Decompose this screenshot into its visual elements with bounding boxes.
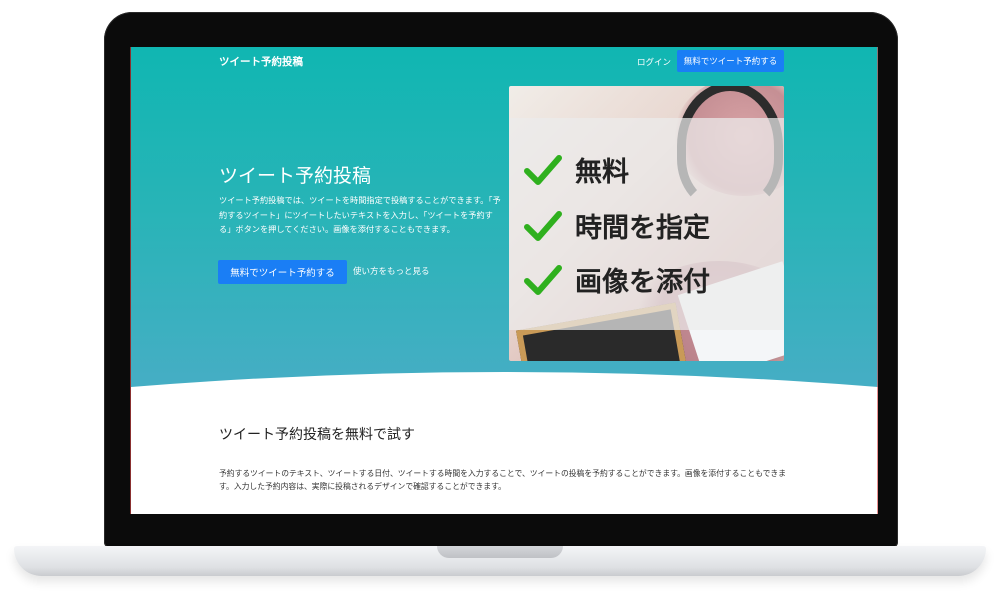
promo-image: 無料 時間を指定 画像を添付	[509, 86, 784, 361]
learn-more-link[interactable]: 使い方をもっと見る	[353, 265, 430, 277]
check-icon	[524, 210, 562, 241]
feature-label: 時間を指定	[575, 213, 710, 244]
hero-title: ツイート予約投稿	[219, 165, 372, 187]
laptop-screen: ツイート予約投稿 ログイン 無料でツイート予約する ツイート予約投稿 ツイート予…	[131, 47, 878, 514]
hero-cta-button[interactable]: 無料でツイート予約する	[218, 260, 347, 284]
section-title: ツイート予約投稿を無料で試す	[219, 427, 415, 443]
feature-item: 無料	[523, 150, 629, 189]
brand-logo[interactable]: ツイート予約投稿	[219, 54, 303, 69]
check-icon	[524, 264, 562, 295]
feature-label: 画像を添付	[575, 267, 710, 298]
section-body: 予約するツイートのテキスト、ツイートする日付、ツイートする時間を入力することで、…	[219, 469, 786, 491]
login-link[interactable]: ログイン	[637, 56, 671, 68]
nav-cta-button[interactable]: 無料でツイート予約する	[677, 50, 784, 72]
check-icon	[524, 154, 562, 185]
screen-edge	[877, 47, 878, 514]
screen-edge	[130, 47, 131, 514]
feature-label: 無料	[575, 157, 629, 188]
feature-item: 画像を添付	[523, 260, 710, 299]
hero-curve	[131, 372, 878, 427]
laptop-notch	[437, 546, 563, 558]
feature-item: 時間を指定	[523, 206, 710, 245]
hero-section: ツイート予約投稿 ログイン 無料でツイート予約する ツイート予約投稿 ツイート予…	[131, 47, 878, 407]
hero-description: ツイート予約投稿では、ツイートを時間指定で投稿することができます。「予約するツイ…	[219, 195, 501, 234]
